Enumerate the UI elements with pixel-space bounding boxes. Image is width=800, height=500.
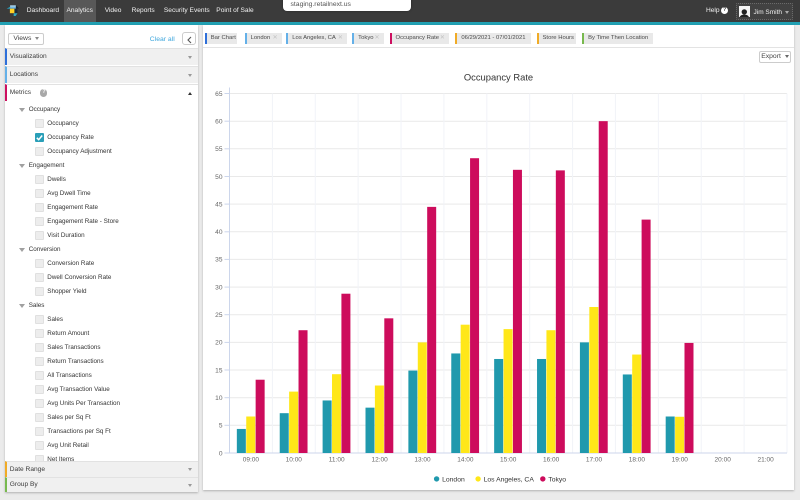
svg-text:50: 50 [215, 174, 223, 181]
svg-text:20: 20 [215, 340, 223, 347]
svg-text:20:00: 20:00 [715, 457, 732, 464]
svg-text:13:00: 13:00 [414, 457, 431, 464]
svg-text:60: 60 [215, 119, 223, 126]
svg-text:17:00: 17:00 [586, 457, 603, 464]
svg-text:35: 35 [215, 257, 223, 264]
svg-text:45: 45 [215, 201, 223, 208]
svg-text:21:00: 21:00 [757, 457, 774, 464]
svg-text:10:00: 10:00 [286, 457, 303, 464]
svg-text:65: 65 [215, 91, 223, 98]
svg-text:09:00: 09:00 [243, 457, 260, 464]
svg-text:Los Angeles, CA: Los Angeles, CA [484, 476, 535, 483]
svg-text:0: 0 [219, 450, 223, 457]
svg-text:15: 15 [215, 367, 223, 374]
svg-text:55: 55 [215, 146, 223, 153]
svg-text:London: London [442, 476, 465, 483]
svg-text:16:00: 16:00 [543, 457, 560, 464]
svg-text:40: 40 [215, 229, 223, 236]
svg-text:18:00: 18:00 [629, 457, 646, 464]
svg-text:12:00: 12:00 [371, 457, 388, 464]
svg-text:Occupancy Rate: Occupancy Rate [464, 72, 533, 83]
svg-text:19:00: 19:00 [672, 457, 689, 464]
svg-text:Tokyo: Tokyo [548, 476, 566, 483]
svg-text:30: 30 [215, 284, 223, 291]
svg-text:15:00: 15:00 [500, 457, 517, 464]
svg-text:25: 25 [215, 312, 223, 319]
svg-text:14:00: 14:00 [457, 457, 474, 464]
svg-text:5: 5 [219, 423, 223, 430]
svg-text:11:00: 11:00 [329, 457, 345, 464]
svg-text:10: 10 [215, 395, 223, 402]
